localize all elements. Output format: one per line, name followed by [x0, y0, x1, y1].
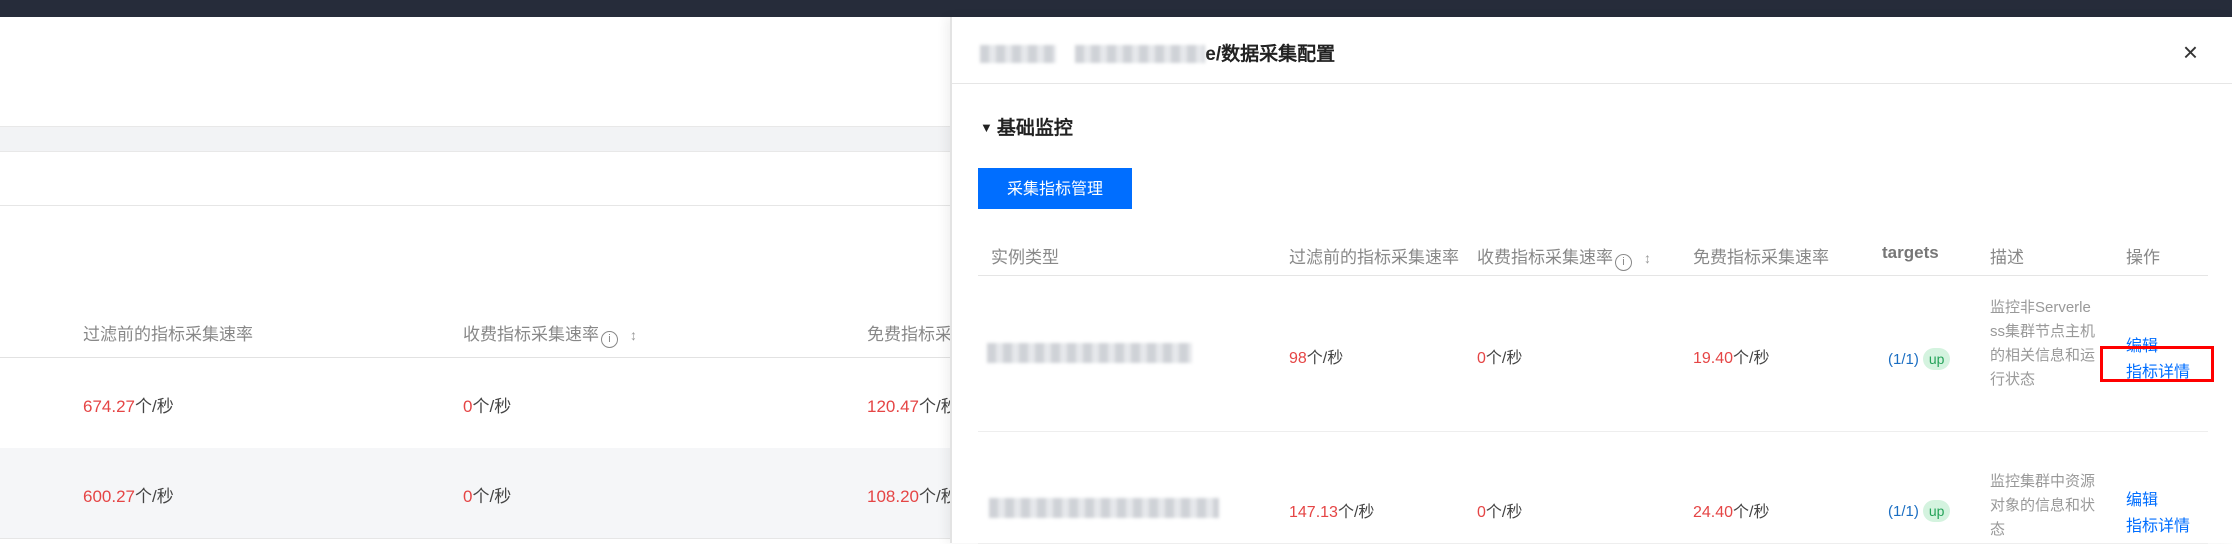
section-basic-monitoring[interactable]: ▼ 基础监控 — [980, 113, 1073, 140]
redacted-instance-type — [989, 498, 1219, 518]
filter-strip — [0, 126, 950, 152]
status-badge: up — [1922, 348, 1951, 370]
table-row: 147.13个/秒 0个/秒 24.40个/秒 (1/1) up 监控集群中资源对… — [978, 432, 2208, 544]
manage-metrics-button[interactable]: 采集指标管理 — [978, 168, 1132, 209]
status-badge: up — [1922, 500, 1951, 522]
sort-icon[interactable]: ↕ — [1644, 250, 1651, 266]
background-page: 过滤前的指标采集速率 收费指标采集速率 i ↕ 免费指标采 674.27个/秒 0个… — [0, 17, 958, 543]
column-header-before: 过滤前的指标采集速率 — [83, 325, 253, 344]
unit: 个/秒 — [1485, 504, 1523, 521]
charged-rate: 0个/秒 — [1477, 498, 1522, 522]
unit: 个/秒 — [1306, 350, 1344, 367]
table-row: 98个/秒 0个/秒 19.40个/秒 (1/1) up 监控非Serverles… — [978, 276, 2214, 432]
unit: 个/秒 — [1485, 350, 1523, 367]
sort-icon[interactable]: ↕ — [630, 327, 637, 343]
column-header-charged: 收费指标采集速率 i ↕ — [463, 320, 637, 348]
redacted-instance-type — [987, 343, 1192, 363]
before-rate: 147.13个/秒 — [1289, 498, 1374, 522]
highlight-box — [2100, 346, 2214, 382]
description: 监控集群中资源对象的信息和状态 — [1990, 473, 2096, 538]
description: 监控非Serverless集群节点主机的相关信息和运行状态 — [1990, 299, 2096, 388]
targets-status: (1/1) up — [1888, 348, 1951, 370]
redacted-text — [1075, 45, 1206, 63]
charged-rate: 0个/秒 — [463, 482, 511, 507]
edit-link[interactable]: 编辑 — [2126, 486, 2158, 510]
metric-details-link[interactable]: 指标详情 — [2126, 512, 2190, 536]
column-header-instance-type: 实例类型 — [991, 248, 1059, 267]
free-rate-value: 120.47 — [867, 397, 919, 416]
free-rate: 120.47个/秒 — [867, 392, 958, 417]
divider — [0, 205, 950, 206]
column-header-before: 过滤前的指标采集速率 — [1289, 248, 1459, 267]
column-header-free: 免费指标采 — [867, 325, 952, 344]
free-rate-value: 24.40 — [1693, 504, 1734, 521]
close-icon[interactable]: × — [2183, 37, 2198, 68]
free-rate: 19.40个/秒 — [1693, 344, 1770, 368]
targets-count[interactable]: (1/1) — [1888, 503, 1919, 520]
section-title: 基础监控 — [996, 118, 1073, 139]
charged-rate-value: 0 — [1477, 504, 1486, 521]
unit: 个/秒 — [472, 397, 512, 416]
charged-rate: 0个/秒 — [1477, 344, 1522, 368]
charged-rate: 0个/秒 — [463, 392, 511, 417]
header-divider — [952, 83, 2232, 84]
background-table-header: 过滤前的指标采集速率 收费指标采集速率 i ↕ 免费指标采 — [0, 293, 952, 358]
column-header-charged-label: 收费指标采集速率 — [463, 325, 599, 344]
unit: 个/秒 — [135, 487, 174, 506]
before-rate: 674.27个/秒 — [83, 392, 174, 417]
table-row: 674.27个/秒 0个/秒 120.47个/秒 — [0, 358, 958, 449]
before-rate-value: 674.27 — [83, 397, 135, 416]
column-header-description: 描述 — [1990, 248, 2024, 267]
unit: 个/秒 — [135, 397, 174, 416]
unit: 个/秒 — [1733, 350, 1770, 367]
table-row: 600.27个/秒 0个/秒 108.20个/秒 — [0, 448, 958, 539]
column-header-charged: 收费指标采集速率 i ↕ — [1477, 243, 1651, 271]
data-collection-config-drawer: e/数据采集配置 × ▼ 基础监控 采集指标管理 实例类型 过滤前的指标采集速率 … — [950, 17, 2232, 544]
drawer-title: e/数据采集配置 — [980, 39, 1335, 66]
unit: 个/秒 — [472, 487, 512, 506]
targets-status: (1/1) up — [1888, 500, 1951, 522]
top-navigation-bar — [0, 0, 2232, 17]
info-icon[interactable]: i — [601, 331, 618, 348]
before-rate: 98个/秒 — [1289, 344, 1343, 368]
column-header-charged-label: 收费指标采集速率 — [1477, 248, 1613, 267]
before-rate-value: 147.13 — [1289, 504, 1338, 521]
targets-count[interactable]: (1/1) — [1888, 351, 1919, 368]
info-icon[interactable]: i — [1615, 254, 1632, 271]
free-rate-value: 108.20 — [867, 487, 919, 506]
free-rate: 24.40个/秒 — [1693, 498, 1770, 522]
before-rate-value: 98 — [1289, 350, 1307, 367]
caret-down-icon[interactable]: ▼ — [980, 120, 993, 135]
unit: 个/秒 — [1733, 504, 1770, 521]
free-rate: 108.20个/秒 — [867, 482, 958, 507]
unit: 个/秒 — [1337, 504, 1375, 521]
column-header-free: 免费指标采集速率 — [1693, 248, 1829, 267]
column-header-actions: 操作 — [2126, 248, 2160, 267]
redacted-text — [980, 45, 1056, 63]
before-rate-value: 600.27 — [83, 487, 135, 506]
before-rate: 600.27个/秒 — [83, 482, 174, 507]
drawer-title-text: e/数据采集配置 — [1205, 44, 1336, 65]
instance-table-header: 实例类型 过滤前的指标采集速率 收费指标采集速率 i ↕ 免费指标采集速率 targ… — [978, 229, 2208, 276]
free-rate-value: 19.40 — [1693, 350, 1734, 367]
column-header-targets: targets — [1882, 243, 1939, 262]
charged-rate-value: 0 — [1477, 350, 1486, 367]
